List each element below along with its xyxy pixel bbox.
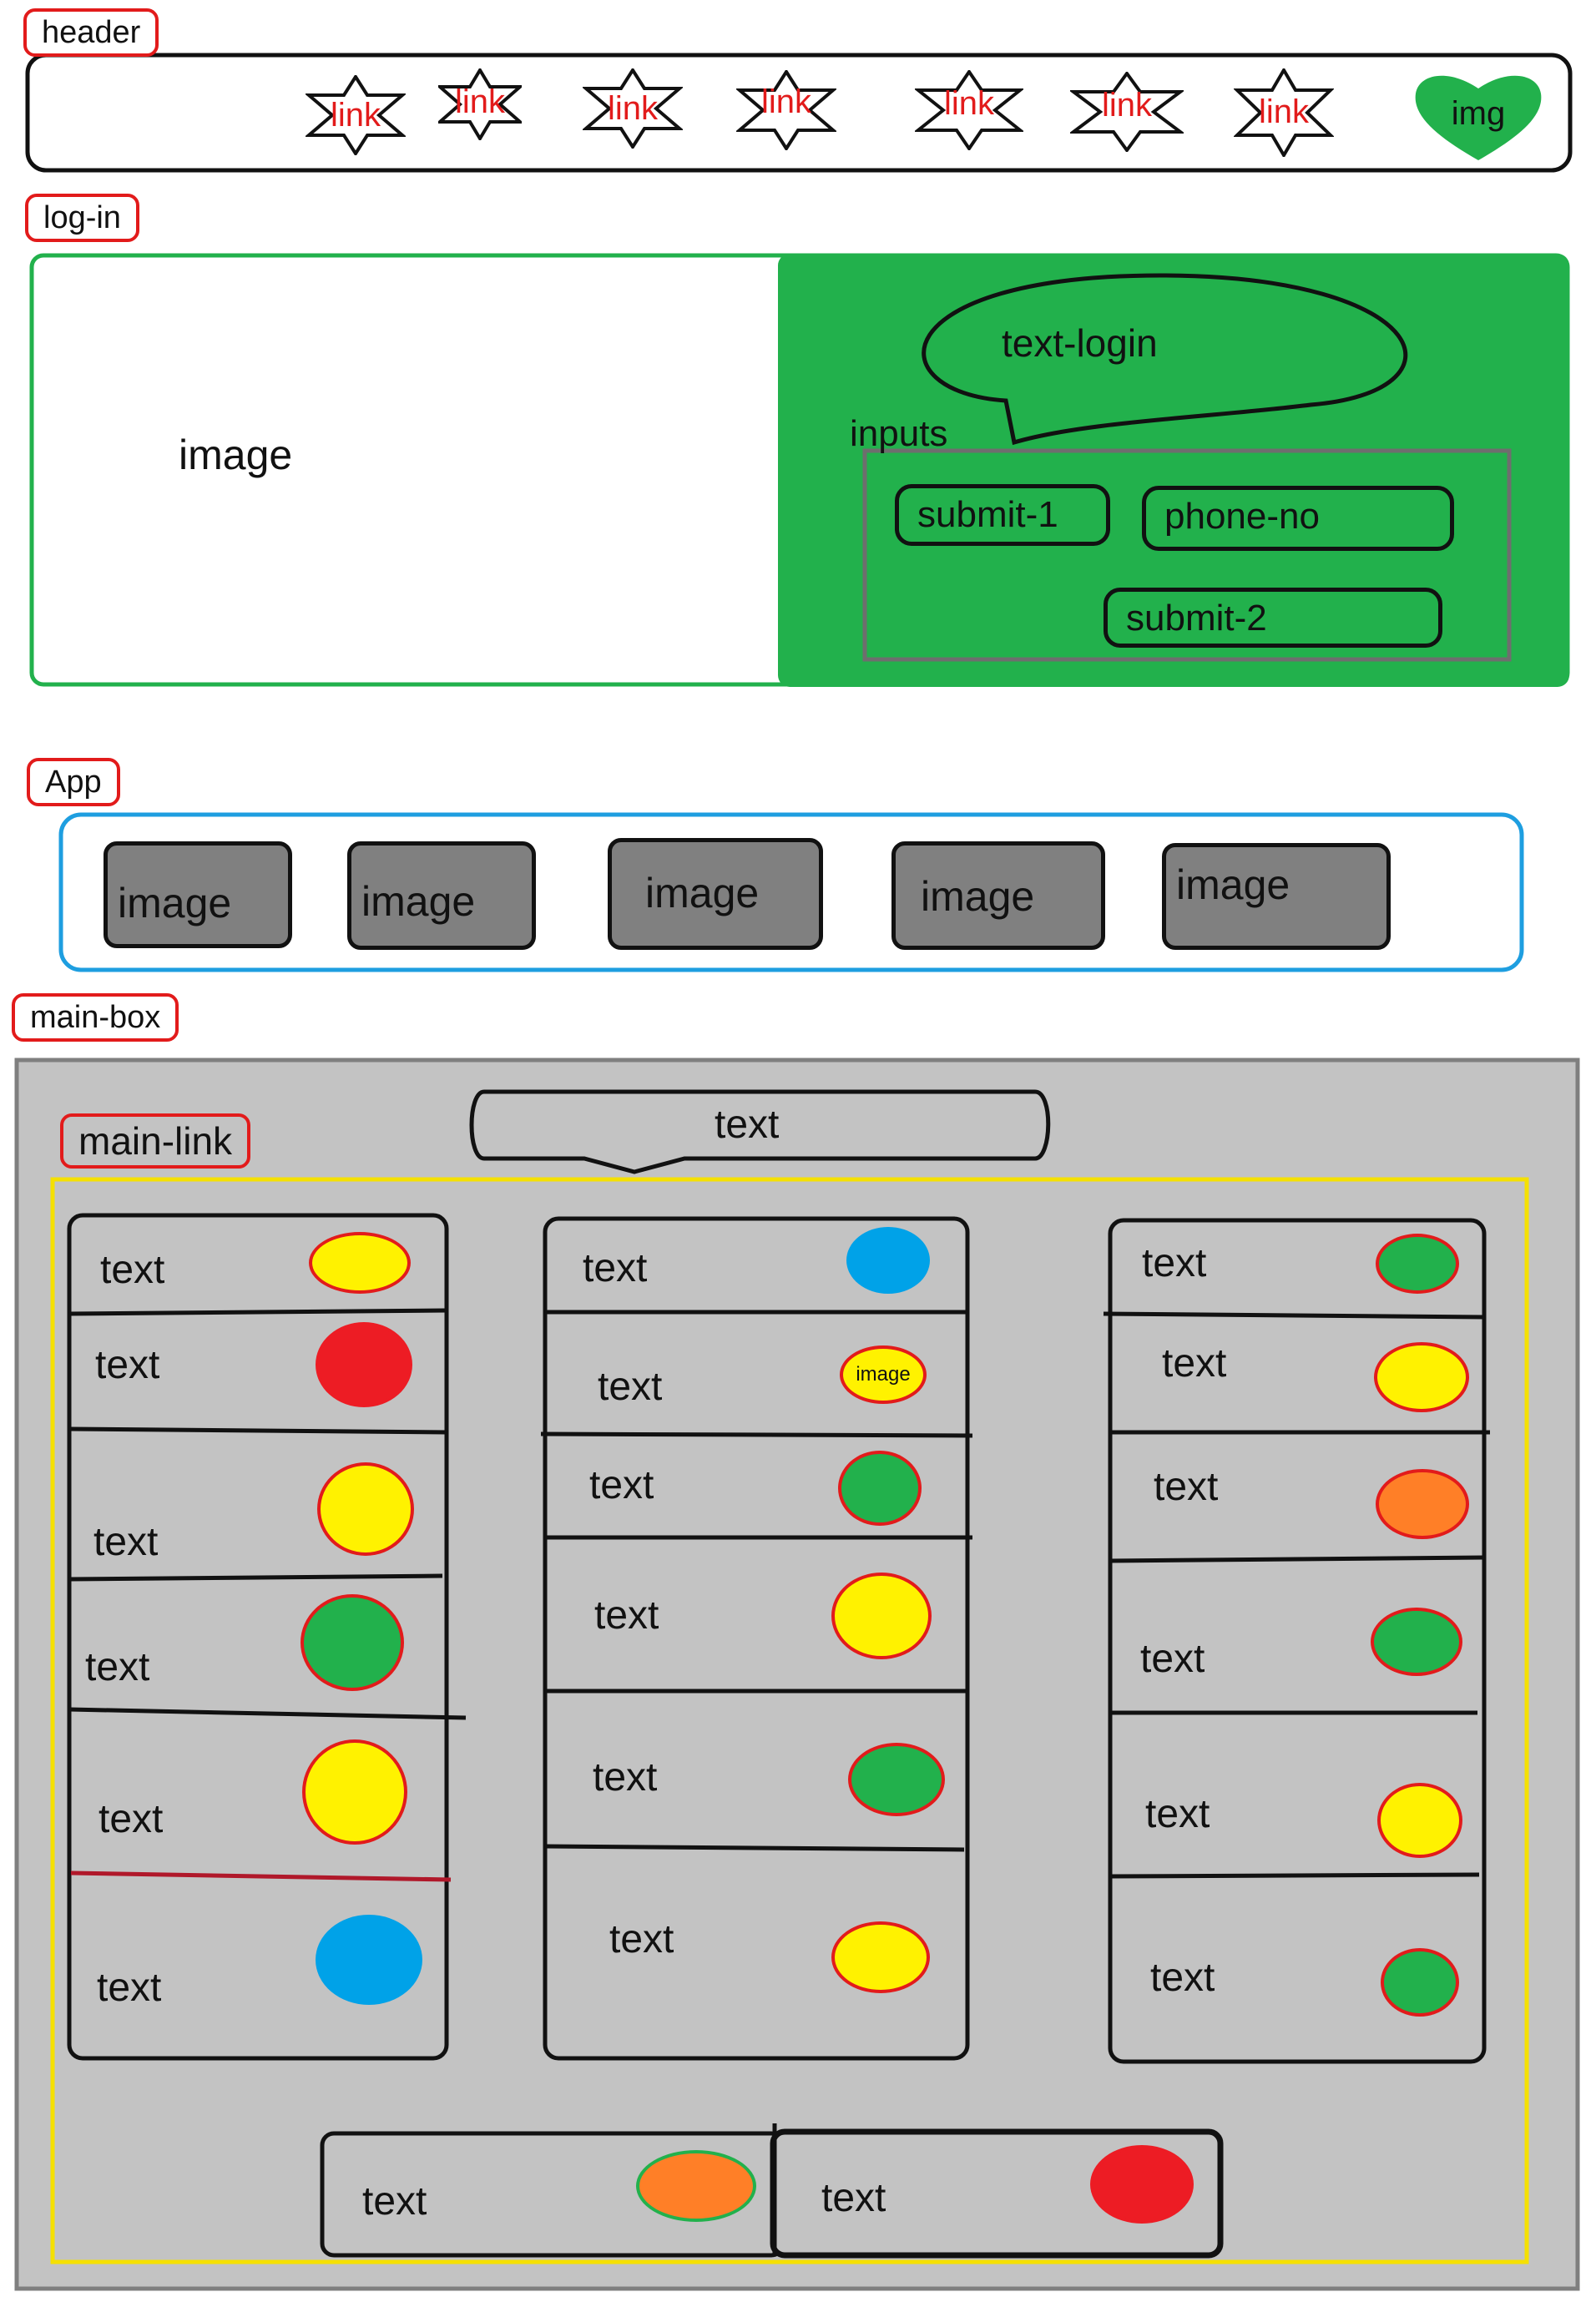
- col2-row-2-image-label: image: [856, 1363, 911, 1386]
- col1-row-5-dot: [302, 1739, 407, 1845]
- section-tag-main-box: main-box: [12, 993, 179, 1042]
- col3-row-1-dot: [1376, 1234, 1459, 1294]
- app-tile-2[interactable]: image: [347, 841, 536, 950]
- col2-row-1-dot: [846, 1227, 930, 1294]
- app-tile-1[interactable]: image: [104, 841, 292, 948]
- col1-row-5-text: text: [98, 1797, 164, 1841]
- bottom-box-1-dot: [636, 2150, 756, 2222]
- submit-1-button[interactable]: submit-1: [895, 484, 1110, 546]
- header-link-label: link: [1258, 93, 1310, 130]
- col2-row-2-dot: image: [840, 1345, 927, 1404]
- col3-row-5-dot: [1377, 1783, 1462, 1858]
- login-image-placeholder: image: [179, 432, 293, 478]
- col3-row-3-text: text: [1154, 1465, 1219, 1509]
- col3-row-5-text: text: [1145, 1792, 1210, 1836]
- header-img[interactable]: img: [1412, 70, 1544, 162]
- header-link-label: link: [943, 85, 995, 122]
- col1-row-4-text: text: [85, 1645, 150, 1689]
- header-img-label: img: [1451, 95, 1506, 132]
- inputs-label: inputs: [850, 413, 948, 454]
- app-tile-3[interactable]: image: [608, 838, 823, 950]
- header-link-label: link: [607, 90, 659, 127]
- col2-row-6-dot: [831, 1921, 930, 1993]
- col2-row-3-dot: [838, 1451, 922, 1526]
- col2-row-4-text: text: [594, 1593, 659, 1638]
- col3-row-6-dot: [1381, 1948, 1459, 2017]
- col3-row-3-dot: [1376, 1469, 1469, 1539]
- col3-row-2-text: text: [1162, 1341, 1227, 1386]
- col3-row-1-text: text: [1142, 1241, 1207, 1285]
- col1-row-2-dot: [316, 1322, 412, 1407]
- submit-2-button[interactable]: submit-2: [1104, 588, 1442, 648]
- col1-row-1-text: text: [100, 1248, 165, 1292]
- app-tile-5[interactable]: image: [1162, 843, 1391, 950]
- col2-row-4-dot: [831, 1573, 932, 1659]
- col2-row-6-text: text: [609, 1917, 674, 1961]
- col3-row-4-text: text: [1140, 1637, 1205, 1681]
- header-link-7[interactable]: link: [1234, 68, 1334, 157]
- col1-row-1-dot: [309, 1232, 411, 1294]
- header-link-2[interactable]: link: [438, 68, 522, 149]
- col1-row-3-text: text: [93, 1520, 159, 1564]
- header-link-5[interactable]: link: [915, 70, 1023, 150]
- col3-row-4-dot: [1371, 1608, 1462, 1676]
- header-link-6[interactable]: link: [1070, 72, 1184, 152]
- section-tag-app: App: [27, 758, 120, 806]
- bottom-box-2-dot: [1090, 2145, 1194, 2224]
- col2-row-5-dot: [848, 1743, 945, 1816]
- header-link-label: link: [1101, 87, 1153, 124]
- col2-row-5-text: text: [593, 1755, 658, 1800]
- col1-row-6-text: text: [97, 1966, 162, 2010]
- bottom-box-2-text: text: [821, 2176, 886, 2220]
- header-link-4[interactable]: link: [736, 70, 836, 150]
- header-link-label: link: [330, 97, 381, 134]
- col2-row-2-text: text: [598, 1365, 663, 1409]
- section-tag-login: log-in: [25, 194, 139, 242]
- col3-row-2-dot: [1374, 1342, 1469, 1412]
- col1-row-2-text: text: [95, 1343, 160, 1387]
- section-tag-main-link: main-link: [60, 1113, 251, 1169]
- phone-no-input[interactable]: phone-no: [1142, 486, 1454, 551]
- header-link-3[interactable]: link: [583, 68, 683, 149]
- main-banner-text: text: [715, 1103, 780, 1147]
- app-tile-4[interactable]: image: [891, 841, 1105, 950]
- col1-row-6-dot: [316, 1915, 422, 2005]
- col2-row-3-text: text: [589, 1463, 654, 1507]
- section-tag-header: header: [23, 8, 159, 57]
- login-bubble-text: text-login: [1002, 321, 1158, 365]
- header-link-label: link: [760, 83, 812, 120]
- header-link-1[interactable]: link: [306, 75, 406, 155]
- bottom-box-1-text: text: [362, 2179, 427, 2224]
- col1-row-4-dot: [301, 1594, 404, 1691]
- col1-row-3-dot: [317, 1462, 414, 1556]
- col2-row-1-text: text: [583, 1246, 648, 1290]
- header-link-label: link: [454, 83, 506, 120]
- col3-row-6-text: text: [1150, 1956, 1215, 2000]
